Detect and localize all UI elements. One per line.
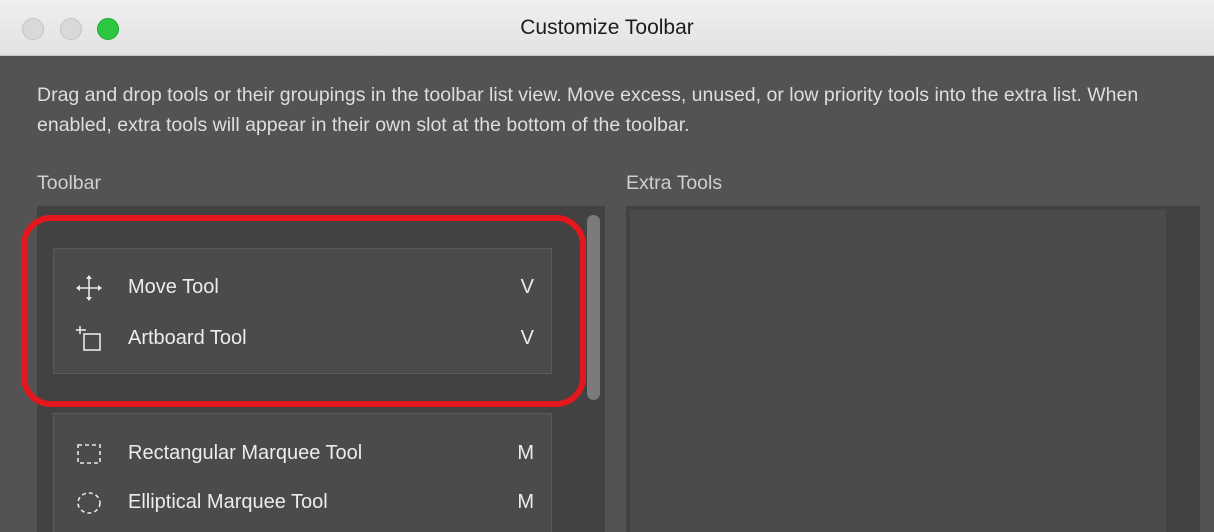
move-icon: [74, 273, 104, 303]
rectangular-marquee-icon: [74, 439, 104, 469]
tool-row-move[interactable]: Move Tool V: [74, 273, 534, 303]
window-title: Customize Toolbar: [520, 16, 694, 39]
customize-toolbar-dialog: Customize Toolbar Drag and drop tools or…: [0, 0, 1214, 532]
tool-name: Rectangular Marquee Tool: [128, 442, 363, 464]
tool-group-move[interactable]: [53, 248, 552, 374]
instructions-text: Drag and drop tools or their groupings i…: [37, 84, 1139, 136]
artboard-icon: [74, 324, 104, 354]
tool-row-artboard[interactable]: Artboard Tool V: [74, 324, 534, 354]
elliptical-marquee-icon: [74, 488, 104, 518]
tool-name: Elliptical Marquee Tool: [128, 491, 328, 513]
title-bar: Customize Toolbar: [0, 0, 1214, 56]
tool-name: Artboard Tool: [128, 327, 247, 349]
tool-row-elliptical-marquee[interactable]: Elliptical Marquee Tool M: [74, 488, 534, 518]
extra-tools-list[interactable]: [626, 206, 1200, 532]
tool-name: Move Tool: [128, 276, 219, 298]
tool-row-rectangular-marquee[interactable]: Rectangular Marquee Tool M: [74, 439, 534, 469]
tool-shortcut: M: [517, 491, 534, 513]
tool-shortcut: V: [520, 276, 534, 298]
tool-shortcut: M: [517, 442, 534, 464]
toolbar-list-scrollbar[interactable]: [587, 215, 600, 400]
extra-tools-label: Extra Tools: [626, 172, 723, 194]
tool-shortcut: V: [520, 327, 534, 349]
toolbar-list-label: Toolbar: [37, 172, 101, 194]
extra-tools-drop-area[interactable]: [630, 210, 1166, 532]
